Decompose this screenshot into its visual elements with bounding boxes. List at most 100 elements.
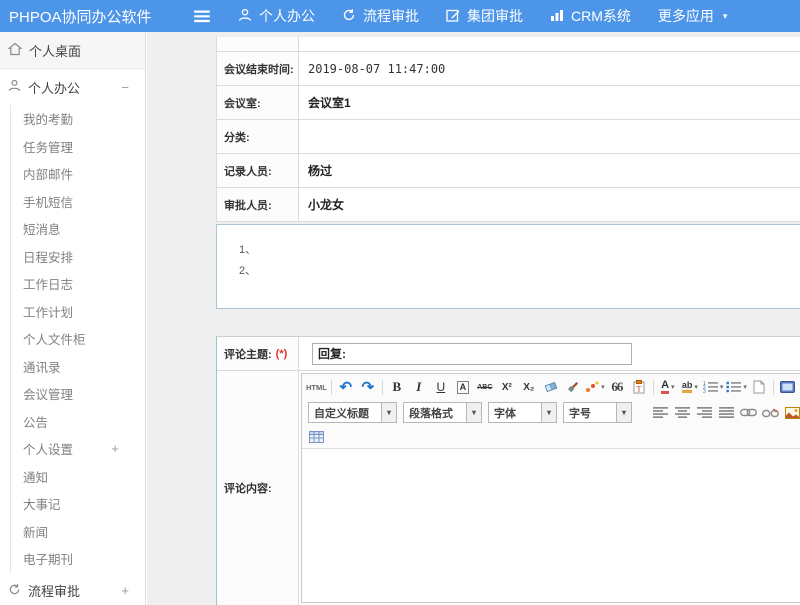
sidebar-item-memorabilia[interactable]: 大事记 [23, 490, 145, 518]
font-color-icon[interactable]: A ▾ [658, 378, 678, 397]
toolbar-separator [773, 380, 774, 395]
app-window: PHPOA协同办公软件 个人办公 流程审批 集团审批 [0, 0, 800, 605]
field-label: 评论内容: [217, 371, 299, 605]
sidebar-item-label: 大事记 [23, 494, 61, 513]
custom-heading-select[interactable]: 自定义标题 ▾ [308, 402, 397, 423]
sidebar-item-personal-office[interactable]: 个人办公 − [0, 69, 145, 105]
expand-icon[interactable]: + [121, 583, 129, 598]
highlight-color-icon[interactable]: ab ▾ [680, 378, 700, 397]
strikethrough-icon[interactable]: ABC [475, 378, 495, 397]
sidebar-item-short-message[interactable]: 短消息 [23, 215, 145, 243]
field-label: 评论主题: (*) [217, 337, 299, 370]
html-source-button[interactable]: HTML [306, 378, 327, 397]
insert-image-icon[interactable] [782, 403, 800, 422]
redo-icon[interactable]: ↷ [358, 378, 378, 397]
sidebar-item-e-journal[interactable]: 电子期刊 [23, 545, 145, 573]
sidebar-item-task-management[interactable]: 任务管理 [23, 133, 145, 161]
field-value [299, 37, 800, 51]
superscript-icon[interactable]: X² [497, 378, 517, 397]
app-logo: PHPOA协同办公软件 [0, 6, 190, 27]
italic-icon[interactable]: I [409, 378, 429, 397]
new-page-icon[interactable] [749, 378, 769, 397]
italic-glyph: I [416, 379, 421, 395]
menu-toggle-icon[interactable] [190, 10, 214, 23]
svg-text:3: 3 [703, 389, 706, 393]
editor-content-area[interactable] [302, 448, 800, 602]
sidebar-item-internal-mail[interactable]: 内部邮件 [23, 160, 145, 188]
sidebar-item-personal-files[interactable]: 个人文件柜 [23, 325, 145, 353]
sidebar-item-label: 通讯录 [23, 357, 61, 376]
home-icon [8, 42, 22, 59]
undo-icon[interactable]: ↶ [336, 378, 356, 397]
field-label [217, 37, 299, 51]
underline-icon[interactable]: U [431, 378, 451, 397]
unlink-icon[interactable] [760, 403, 780, 422]
paragraph-format-select[interactable]: 段落格式 ▾ [403, 402, 482, 423]
nav-crm[interactable]: CRM系统 [550, 6, 631, 26]
editor-toolbar-row1: HTML ↶ ↷ B I U A ABC X² X₂ [302, 374, 800, 400]
chevron-down-icon: ▾ [671, 383, 675, 391]
sidebar-item-contacts[interactable]: 通讯录 [23, 353, 145, 381]
unordered-list-icon[interactable]: ▾ [725, 378, 747, 397]
ordered-list-icon[interactable]: 123 ▾ [702, 378, 724, 397]
select-value: 字号 [564, 403, 616, 422]
chevron-down-icon: ▾ [541, 403, 556, 422]
autotypeset-icon[interactable]: A [453, 378, 473, 397]
sidebar-item-desktop[interactable]: 个人桌面 [0, 32, 145, 69]
format-brush-icon[interactable] [563, 378, 583, 397]
sidebar-item-label: 日程安排 [23, 247, 73, 266]
fullscreen-icon[interactable] [778, 378, 798, 397]
bold-icon[interactable]: B [387, 378, 407, 397]
nav-workflow-approval[interactable]: 流程审批 [342, 6, 419, 26]
color-dots-icon[interactable]: ▾ [585, 378, 605, 397]
comment-subject-input[interactable] [312, 343, 632, 365]
link-icon[interactable] [738, 403, 758, 422]
sidebar-item-notice[interactable]: 通知 [23, 463, 145, 491]
sidebar-item-news[interactable]: 新闻 [23, 518, 145, 546]
sidebar-item-schedule[interactable]: 日程安排 [23, 243, 145, 271]
select-value: 段落格式 [404, 403, 466, 422]
nav-label: CRM系统 [571, 6, 631, 26]
sidebar-item-work-plan[interactable]: 工作计划 [23, 298, 145, 326]
paste-text-icon[interactable]: T [629, 378, 649, 397]
sidebar-item-work-log[interactable]: 工作日志 [23, 270, 145, 298]
nav-label: 集团审批 [467, 6, 523, 26]
sidebar-item-label: 我的考勤 [23, 109, 73, 128]
field-value: 小龙女 [299, 188, 800, 221]
sidebar-item-workflow-approval[interactable]: 流程审批 + [0, 573, 145, 605]
insert-table-icon[interactable] [306, 427, 326, 446]
field-label: 分类: [217, 120, 299, 153]
expand-icon[interactable]: + [111, 441, 119, 456]
collapse-icon[interactable]: − [121, 80, 129, 95]
sidebar-item-label: 个人办公 [28, 78, 80, 97]
nav-more-apps[interactable]: 更多应用 ▾ [658, 6, 728, 26]
sidebar-item-label: 工作日志 [23, 274, 73, 293]
nav-personal-office[interactable]: 个人办公 [238, 6, 315, 26]
redo-glyph: ↷ [362, 378, 375, 396]
subject-label: 评论主题: [224, 346, 272, 362]
align-justify-icon[interactable] [716, 403, 736, 422]
sidebar-item-mobile-sms[interactable]: 手机短信 [23, 188, 145, 216]
sidebar-item-personal-settings[interactable]: 个人设置+ [23, 435, 145, 463]
select-value: 自定义标题 [309, 403, 381, 422]
editor-toolbar-row3 [302, 425, 800, 448]
field-value: 2019-08-07 11:47:00 [299, 52, 800, 85]
align-left-icon[interactable] [650, 403, 670, 422]
table-row [217, 37, 800, 52]
chevron-down-icon: ▾ [743, 383, 747, 391]
sidebar-item-announcement[interactable]: 公告 [23, 408, 145, 436]
font-family-select[interactable]: 字体 ▾ [488, 402, 557, 423]
chevron-down-icon: ▾ [723, 11, 728, 22]
comment-form: 评论主题: (*) 评论内容: HTML ↶ ↷ [216, 336, 800, 605]
font-size-select[interactable]: 字号 ▾ [563, 402, 632, 423]
blockquote-icon[interactable]: 66 [607, 378, 627, 397]
sidebar-item-my-attendance[interactable]: 我的考勤 [23, 105, 145, 133]
nav-group-approval[interactable]: 集团审批 [446, 6, 523, 26]
subscript-icon[interactable]: X₂ [519, 378, 539, 397]
meeting-content-box: 1、 2、 [216, 224, 800, 309]
eraser-icon[interactable] [541, 378, 561, 397]
sidebar-item-meeting-management[interactable]: 会议管理 [23, 380, 145, 408]
align-right-icon[interactable] [694, 403, 714, 422]
table-row: 记录人员: 杨过 [217, 154, 800, 188]
align-center-icon[interactable] [672, 403, 692, 422]
